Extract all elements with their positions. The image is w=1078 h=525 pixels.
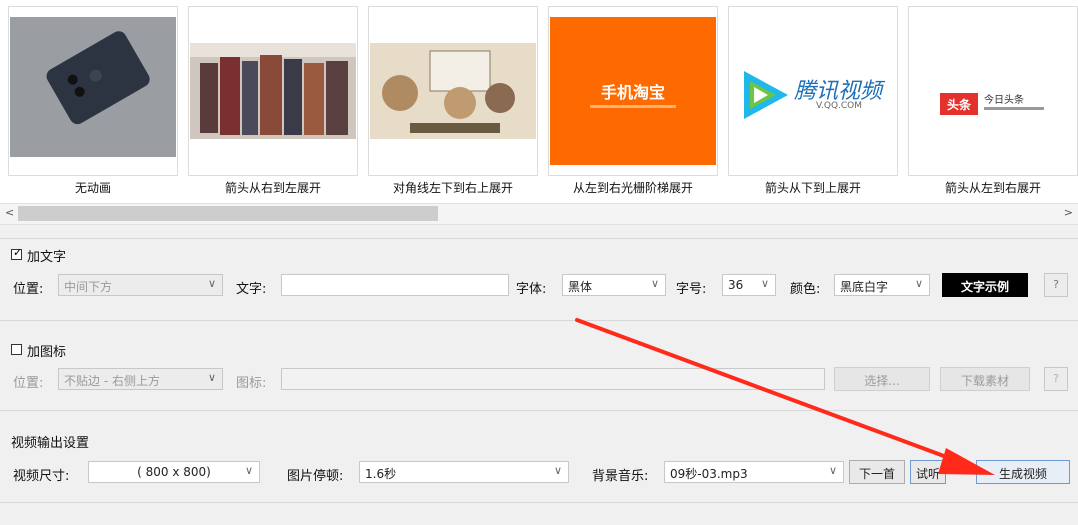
output-settings-title: 视频输出设置 [11, 436, 90, 451]
add-icon-label: 加图标 [27, 345, 67, 360]
toutiao-badge: 头条 [940, 93, 978, 115]
phone-photo-image [10, 17, 176, 157]
taobao-logo-image: 手机淘宝 [550, 17, 716, 165]
icon-path-label: 图标: [236, 376, 267, 391]
thumbnail-caption-6: 箭头从左到右展开 [944, 181, 1041, 195]
taobao-tagline [590, 105, 676, 108]
scroll-right-icon[interactable]: > [1064, 206, 1073, 219]
checkmark-icon: ✓ [13, 246, 23, 259]
thumbnail-caption-3: 对角线左下到右上展开 [392, 181, 513, 195]
chevron-down-icon: ∨ [207, 277, 216, 290]
add-icon-checkbox[interactable] [11, 344, 22, 355]
thumbnail-caption-4: 从左到右光栅阶梯展开 [572, 181, 693, 195]
background-music-label: 背景音乐: [592, 469, 649, 484]
image-pause-select[interactable]: 1.6秒 ∨ [359, 461, 569, 483]
font-size-label: 字号: [676, 282, 707, 297]
download-assets-button[interactable]: 下载素材 [940, 367, 1030, 391]
scroll-left-icon[interactable]: < [5, 206, 14, 219]
add-text-checkbox[interactable]: ✓ [11, 246, 23, 260]
font-select[interactable]: 黑体 ∨ [562, 274, 666, 296]
chevron-down-icon: ∨ [553, 464, 562, 477]
thumbnail-effect-5[interactable]: 腾讯视频 V.QQ.COM [728, 6, 898, 176]
thumbnail-caption-5: 箭头从下到上展开 [764, 181, 861, 195]
icon-position-select[interactable]: 不贴边 - 右侧上方 ∨ [58, 368, 223, 390]
text-position-label: 位置: [13, 282, 44, 297]
thumbnail-caption-1: 无动画 [74, 181, 111, 195]
divider [0, 502, 1078, 503]
icon-path-input[interactable] [281, 368, 825, 390]
text-content-label: 文字: [236, 282, 267, 297]
icon-position-label: 位置: [13, 376, 44, 391]
tencent-play-icon [744, 71, 788, 119]
select-icon-button[interactable]: 选择... [834, 367, 930, 391]
font-size-select[interactable]: 36 ∨ [722, 274, 776, 296]
thumbnail-effect-3[interactable] [368, 6, 538, 176]
tencent-logo-url: V.QQ.COM [816, 101, 863, 111]
text-position-select[interactable]: 中间下方 ∨ [58, 274, 223, 296]
thumbnail-effect-2[interactable] [188, 6, 358, 176]
toutiao-slogan [984, 107, 1044, 110]
divider [0, 320, 1078, 321]
thumbnail-effect-4[interactable]: 手机淘宝 [548, 6, 718, 176]
divider [0, 410, 1078, 411]
next-track-button[interactable]: 下一首 [849, 460, 905, 484]
chevron-down-icon: ∨ [244, 464, 253, 477]
thumbnails-scrollbar[interactable]: < > [0, 203, 1078, 225]
preview-music-button[interactable]: 试听 [910, 460, 946, 484]
chevron-down-icon: ∨ [914, 277, 923, 290]
video-size-label: 视频尺寸: [13, 469, 70, 484]
chevron-down-icon: ∨ [207, 371, 216, 384]
icon-help-button[interactable]: ? [1044, 367, 1068, 391]
generate-video-button[interactable]: 生成视频 [976, 460, 1070, 484]
text-sample-button[interactable]: 文字示例 [942, 273, 1028, 297]
thumbnail-effect-1[interactable] [8, 6, 178, 176]
anime-illustration-image [370, 43, 536, 139]
image-pause-label: 图片停顿: [287, 469, 344, 484]
chevron-down-icon: ∨ [650, 277, 659, 290]
toutiao-name: 今日头条 [984, 95, 1024, 106]
chevron-down-icon: ∨ [760, 277, 769, 290]
taobao-logo-text: 手机淘宝 [600, 83, 665, 102]
add-text-label: 加文字 [27, 250, 67, 265]
toutiao-logo-image: 头条 今日头条 [910, 17, 1076, 157]
color-select[interactable]: 黑底白字 ∨ [834, 274, 930, 296]
color-label: 颜色: [790, 282, 821, 297]
text-content-input[interactable] [281, 274, 509, 296]
text-help-button[interactable]: ? [1044, 273, 1068, 297]
font-label: 字体: [516, 282, 547, 297]
background-music-select[interactable]: 09秒-03.mp3 ∨ [664, 461, 844, 483]
scrollbar-thumb[interactable] [18, 206, 438, 221]
thumbnail-caption-2: 箭头从右到左展开 [224, 181, 321, 195]
video-size-select[interactable]: ( 800 x 800) ∨ [88, 461, 260, 483]
divider [0, 238, 1078, 239]
chevron-down-icon: ∨ [828, 464, 837, 477]
tencent-video-logo-image: 腾讯视频 V.QQ.COM [730, 17, 896, 157]
anime-group-image [190, 43, 356, 139]
thumbnail-effect-6[interactable]: 头条 今日头条 [908, 6, 1078, 176]
effect-thumbnails-strip: 无动画 箭头从右到左展开 对角线左下到右上展开 手机淘宝 从左到右光栅阶梯展开 … [0, 0, 1078, 203]
